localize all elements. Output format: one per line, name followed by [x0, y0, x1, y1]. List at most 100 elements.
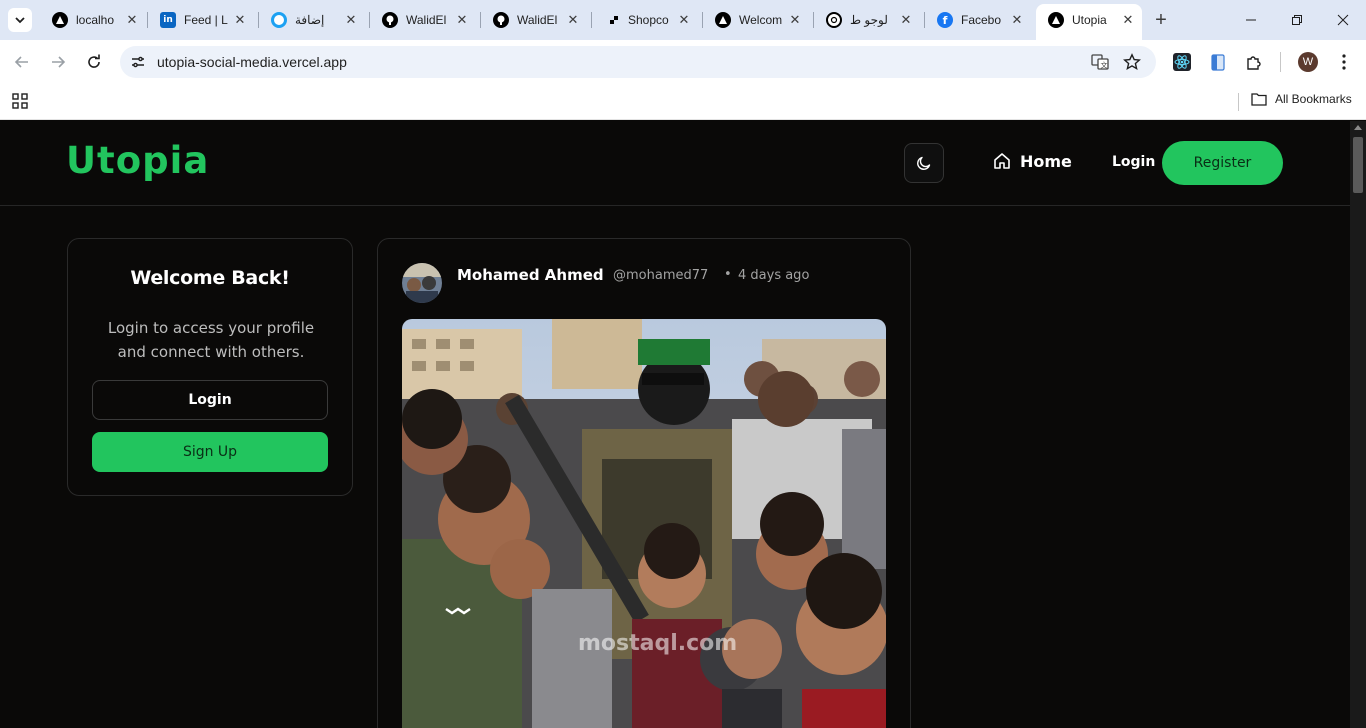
close-icon[interactable]: ✕: [1009, 12, 1025, 28]
triangle-icon: [1048, 12, 1064, 28]
translate-icon[interactable]: 文: [1090, 52, 1110, 72]
register-button[interactable]: Register: [1162, 141, 1283, 185]
triangle-icon: [715, 12, 731, 28]
react-devtools-icon[interactable]: [1172, 52, 1192, 72]
browser-tab[interactable]: لوجو ط ✕: [814, 6, 920, 34]
arrow-left-icon: [14, 56, 28, 68]
nav-login-link[interactable]: Login: [1112, 154, 1155, 170]
facebook-icon: f: [937, 12, 953, 28]
browser-tab[interactable]: in Feed | L ✕: [148, 6, 254, 34]
chatgpt-icon: [826, 12, 842, 28]
tab-title: Welcom: [739, 13, 783, 27]
close-icon[interactable]: ✕: [124, 12, 140, 28]
tab-title: Shopco: [628, 13, 669, 27]
tab-title: Utopia: [1072, 13, 1107, 27]
author-avatar[interactable]: [402, 263, 442, 303]
close-icon[interactable]: ✕: [787, 12, 803, 28]
close-icon[interactable]: ✕: [232, 12, 248, 28]
circle-icon: [271, 12, 287, 28]
home-icon: [994, 153, 1010, 169]
browser-tab[interactable]: localho ✕: [40, 6, 146, 34]
close-icon[interactable]: ✕: [898, 12, 914, 28]
github-icon: [382, 12, 398, 28]
all-bookmarks-button[interactable]: All Bookmarks: [1251, 92, 1352, 106]
welcome-card: Welcome Back! Login to access your profi…: [67, 238, 353, 496]
shopco-icon: [604, 12, 620, 28]
browser-tab[interactable]: f Facebo ✕: [925, 6, 1031, 34]
post-image[interactable]: mostaql.com: [402, 319, 886, 728]
chevron-down-icon: [15, 17, 25, 24]
nav-home-label: Home: [1020, 151, 1072, 171]
moon-icon: [917, 156, 931, 170]
minimize-button[interactable]: [1236, 8, 1266, 32]
linkedin-icon: in: [160, 12, 176, 28]
minimize-icon: [1246, 19, 1256, 21]
theme-toggle-button[interactable]: [904, 143, 944, 183]
profile-avatar[interactable]: W: [1298, 52, 1318, 72]
close-icon[interactable]: ✕: [565, 12, 581, 28]
reload-button[interactable]: [80, 48, 108, 76]
close-icon[interactable]: ✕: [343, 12, 359, 28]
tab-title: Feed | L: [184, 13, 228, 27]
page-scrollbar[interactable]: [1350, 121, 1366, 728]
arrow-right-icon: [52, 56, 66, 68]
address-bar[interactable]: utopia-social-media.vercel.app 文: [120, 46, 1156, 78]
new-tab-button[interactable]: +: [1150, 9, 1172, 31]
signup-button[interactable]: Sign Up: [92, 432, 328, 472]
folder-icon: [1251, 93, 1267, 106]
reload-icon: [88, 54, 100, 68]
nav-home-link[interactable]: Home: [992, 151, 1072, 171]
login-button[interactable]: Login: [92, 380, 328, 420]
url-text[interactable]: utopia-social-media.vercel.app: [157, 54, 347, 70]
browser-tab-active[interactable]: Utopia ✕: [1036, 4, 1142, 40]
web-page: Utopia Home Login Register Welcome Back!…: [0, 121, 1350, 728]
welcome-title: Welcome Back!: [130, 267, 290, 289]
tab-strip: localho ✕ in Feed | L ✕ إضافة ✕ WalidEl …: [0, 0, 1366, 40]
browser-tab[interactable]: إضافة ✕: [259, 6, 365, 34]
tab-title: WalidEl: [406, 13, 447, 27]
triangle-icon: [52, 12, 68, 28]
bookmarks-bar: All Bookmarks: [0, 84, 1366, 120]
author-handle: @mohamed77: [613, 268, 709, 283]
tab-title: localho: [76, 13, 115, 27]
post-timestamp: 4 days ago: [738, 268, 810, 283]
site-logo[interactable]: Utopia: [66, 139, 209, 182]
site-info-icon[interactable]: [128, 52, 148, 72]
close-icon: [1337, 14, 1349, 26]
svg-text:文: 文: [1101, 61, 1108, 70]
github-icon: [493, 12, 509, 28]
forward-button[interactable]: [44, 48, 72, 76]
bookmarks-separator: [1238, 93, 1239, 111]
close-icon[interactable]: ✕: [676, 12, 692, 28]
close-icon[interactable]: ✕: [1120, 12, 1136, 28]
scrollbar-thumb[interactable]: [1353, 137, 1363, 193]
author-name[interactable]: Mohamed Ahmed: [457, 266, 604, 284]
scroll-up-arrow[interactable]: [1354, 125, 1362, 130]
restore-button[interactable]: [1282, 8, 1312, 32]
tab-title: لوجو ط: [850, 13, 888, 27]
more-menu-icon[interactable]: [1334, 52, 1354, 72]
browser-tab[interactable]: Shopco ✕: [592, 6, 698, 34]
close-icon[interactable]: ✕: [454, 12, 470, 28]
restore-icon: [1292, 15, 1302, 25]
all-bookmarks-label: All Bookmarks: [1275, 92, 1352, 106]
post-card: Mohamed Ahmed @mohamed77 • 4 days ago mo…: [377, 238, 911, 728]
browser-tab[interactable]: WalidEl ✕: [370, 6, 476, 34]
clipboard-extension-icon[interactable]: [1208, 52, 1228, 72]
meta-separator: •: [724, 267, 732, 282]
extensions-puzzle-icon[interactable]: [1244, 52, 1264, 72]
site-header: Utopia Home Login Register: [0, 121, 1350, 206]
apps-grid-icon[interactable]: [11, 92, 29, 110]
toolbar-separator: [1280, 52, 1281, 72]
browser-tab[interactable]: WalidEl ✕: [481, 6, 587, 34]
tab-search-button[interactable]: [8, 8, 32, 32]
image-watermark: mostaql.com: [578, 631, 738, 656]
tab-title: WalidEl: [517, 13, 558, 27]
bookmark-star-icon[interactable]: [1122, 52, 1142, 72]
tab-title: Facebo: [961, 13, 1002, 27]
welcome-text: Login to access your profile and connect…: [107, 319, 315, 361]
back-button[interactable]: [8, 48, 36, 76]
browser-tab[interactable]: Welcom ✕: [703, 6, 809, 34]
close-window-button[interactable]: [1328, 8, 1358, 32]
tab-title: إضافة: [295, 13, 325, 27]
